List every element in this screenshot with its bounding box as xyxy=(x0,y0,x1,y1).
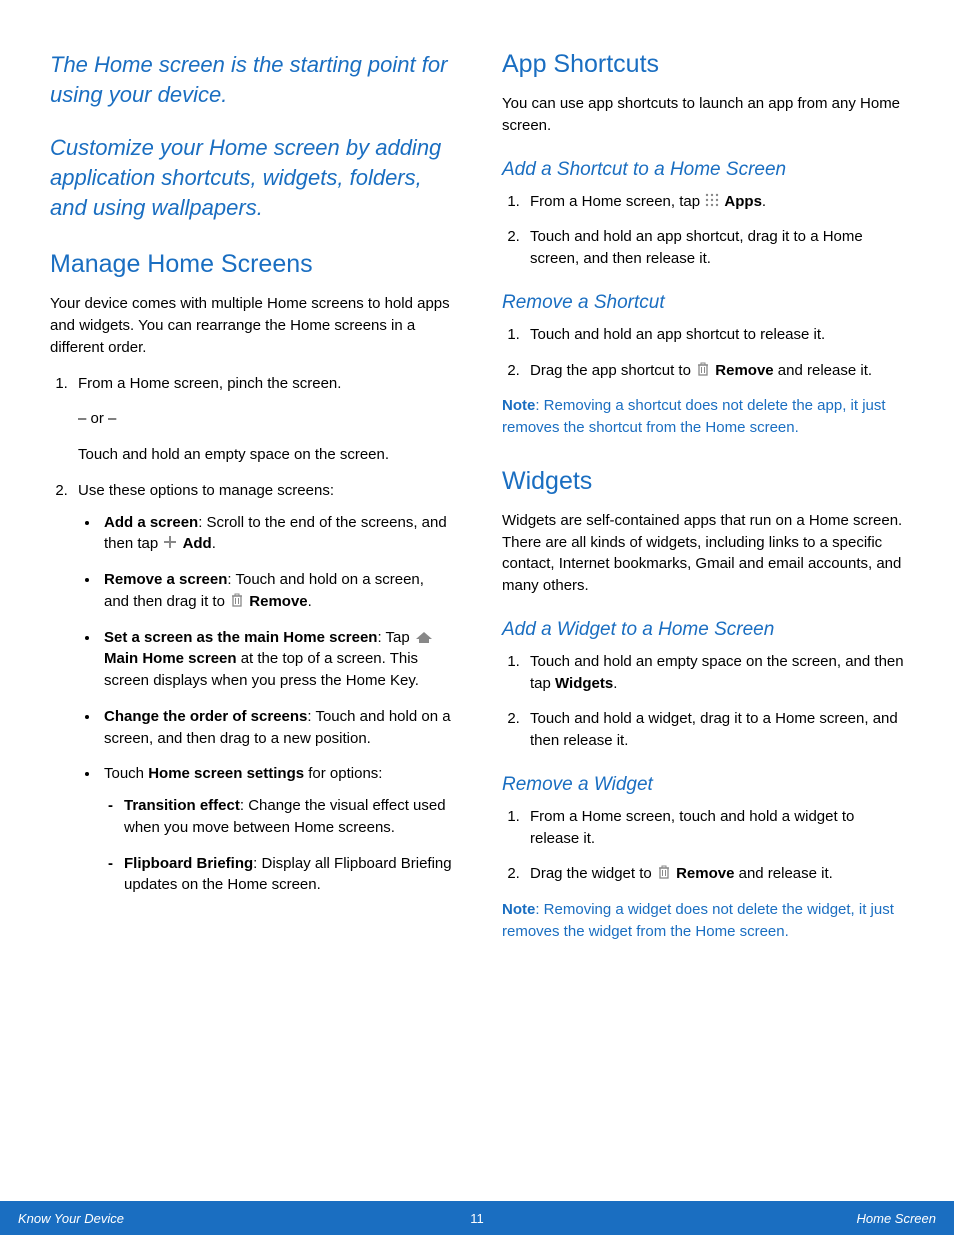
option-add-screen: Add a screen: Scroll to the end of the s… xyxy=(100,512,452,556)
manage-steps: From a Home screen, pinch the screen. – … xyxy=(50,373,452,897)
widgets-intro: Widgets are self-contained apps that run… xyxy=(502,510,904,597)
option-label: Change the order of screens xyxy=(104,708,307,725)
home-icon xyxy=(414,629,434,643)
step-1: From a Home screen, pinch the screen. – … xyxy=(72,373,452,466)
remove-shortcut-steps: Touch and hold an app shortcut to releas… xyxy=(502,324,904,382)
option-bold: Main Home screen xyxy=(104,650,237,667)
option-text-end: . xyxy=(212,535,216,552)
heading-add-shortcut: Add a Shortcut to a Home Screen xyxy=(502,159,904,181)
step-text-end: . xyxy=(613,675,617,692)
step-1b-text: Touch and hold an empty space on the scr… xyxy=(78,446,389,463)
step-bold: Remove xyxy=(676,865,734,882)
option-change-order: Change the order of screens: Touch and h… xyxy=(100,706,452,750)
option-label: Set a screen as the main Home screen xyxy=(104,629,377,646)
add-shortcut-steps: From a Home screen, tap Apps. Touch and … xyxy=(502,191,904,270)
option-bold: Home screen settings xyxy=(148,765,304,782)
add-shortcut-step-2: Touch and hold an app shortcut, drag it … xyxy=(524,226,904,270)
page-number: 11 xyxy=(470,1211,484,1226)
add-shortcut-step-1: From a Home screen, tap Apps. xyxy=(524,191,904,213)
step-bold: Widgets xyxy=(555,675,613,692)
page-footer: Know Your Device 11 Home Screen xyxy=(0,1201,954,1235)
heading-app-shortcuts: App Shortcuts xyxy=(502,50,904,79)
step-text-end: . xyxy=(762,193,766,210)
intro-paragraph-1: The Home screen is the starting point fo… xyxy=(50,50,452,109)
footer-left: Know Your Device xyxy=(18,1211,124,1226)
setting-label: Transition effect xyxy=(124,797,240,814)
add-widget-step-2: Touch and hold a widget, drag it to a Ho… xyxy=(524,708,904,752)
option-home-settings: Touch Home screen settings for options: … xyxy=(100,763,452,896)
remove-widget-step-1: From a Home screen, touch and hold a wid… xyxy=(524,806,904,850)
settings-options: Transition effect: Change the visual eff… xyxy=(104,795,452,896)
manage-intro: Your device comes with multiple Home scr… xyxy=(50,293,452,358)
add-widget-steps: Touch and hold an empty space on the scr… xyxy=(502,651,904,752)
manage-options: Add a screen: Scroll to the end of the s… xyxy=(78,512,452,897)
shortcuts-intro: You can use app shortcuts to launch an a… xyxy=(502,93,904,137)
trash-icon xyxy=(656,864,672,878)
add-widget-step-1: Touch and hold an empty space on the scr… xyxy=(524,651,904,695)
note-text: : Removing a shortcut does not delete th… xyxy=(502,397,886,436)
heading-remove-widget: Remove a Widget xyxy=(502,774,904,796)
or-text: – or – xyxy=(78,408,452,430)
remove-shortcut-step-1: Touch and hold an app shortcut to releas… xyxy=(524,324,904,346)
step-2-lead: Use these options to manage screens: xyxy=(78,482,334,499)
option-remove-screen: Remove a screen: Touch and hold on a scr… xyxy=(100,569,452,613)
option-text-end: . xyxy=(308,593,312,610)
option-bold: Remove xyxy=(249,593,307,610)
option-text: Touch xyxy=(104,765,148,782)
note-remove-shortcut: Note: Removing a shortcut does not delet… xyxy=(502,395,904,439)
step-text: Drag the widget to xyxy=(530,865,656,882)
step-2: Use these options to manage screens: Add… xyxy=(72,480,452,896)
note-remove-widget: Note: Removing a widget does not delete … xyxy=(502,899,904,943)
option-bold: Add xyxy=(183,535,212,552)
step-text-end: and release it. xyxy=(774,362,872,379)
setting-flipboard: Flipboard Briefing: Display all Flipboar… xyxy=(120,853,452,897)
remove-widget-steps: From a Home screen, touch and hold a wid… xyxy=(502,806,904,885)
step-bold: Remove xyxy=(715,362,773,379)
note-text: : Removing a widget does not delete the … xyxy=(502,901,894,940)
step-bold: Apps xyxy=(724,193,762,210)
option-text-end: for options: xyxy=(304,765,382,782)
step-text: Drag the app shortcut to xyxy=(530,362,695,379)
heading-add-widget: Add a Widget to a Home Screen xyxy=(502,619,904,641)
add-icon xyxy=(162,534,178,548)
step-1-text: From a Home screen, pinch the screen. xyxy=(78,375,341,392)
step-text: From a Home screen, tap xyxy=(530,193,704,210)
trash-icon xyxy=(229,592,245,606)
note-label: Note xyxy=(502,901,535,918)
heading-remove-shortcut: Remove a Shortcut xyxy=(502,292,904,314)
option-main-home: Set a screen as the main Home screen: Ta… xyxy=(100,627,452,692)
apps-icon xyxy=(704,192,720,206)
right-column: App Shortcuts You can use app shortcuts … xyxy=(502,50,904,943)
heading-widgets: Widgets xyxy=(502,467,904,496)
footer-right: Home Screen xyxy=(857,1211,936,1226)
setting-label: Flipboard Briefing xyxy=(124,855,253,872)
remove-shortcut-step-2: Drag the app shortcut to Remove and rele… xyxy=(524,360,904,382)
note-label: Note xyxy=(502,397,535,414)
heading-manage-home-screens: Manage Home Screens xyxy=(50,250,452,279)
left-column: The Home screen is the starting point fo… xyxy=(50,50,452,943)
option-label: Add a screen xyxy=(104,514,198,531)
remove-widget-step-2: Drag the widget to Remove and release it… xyxy=(524,863,904,885)
option-text: : Tap xyxy=(377,629,413,646)
step-text-end: and release it. xyxy=(734,865,832,882)
page-content: The Home screen is the starting point fo… xyxy=(0,0,954,943)
intro-paragraph-2: Customize your Home screen by adding app… xyxy=(50,133,452,222)
setting-transition: Transition effect: Change the visual eff… xyxy=(120,795,452,839)
option-label: Remove a screen xyxy=(104,571,227,588)
trash-icon xyxy=(695,361,711,375)
